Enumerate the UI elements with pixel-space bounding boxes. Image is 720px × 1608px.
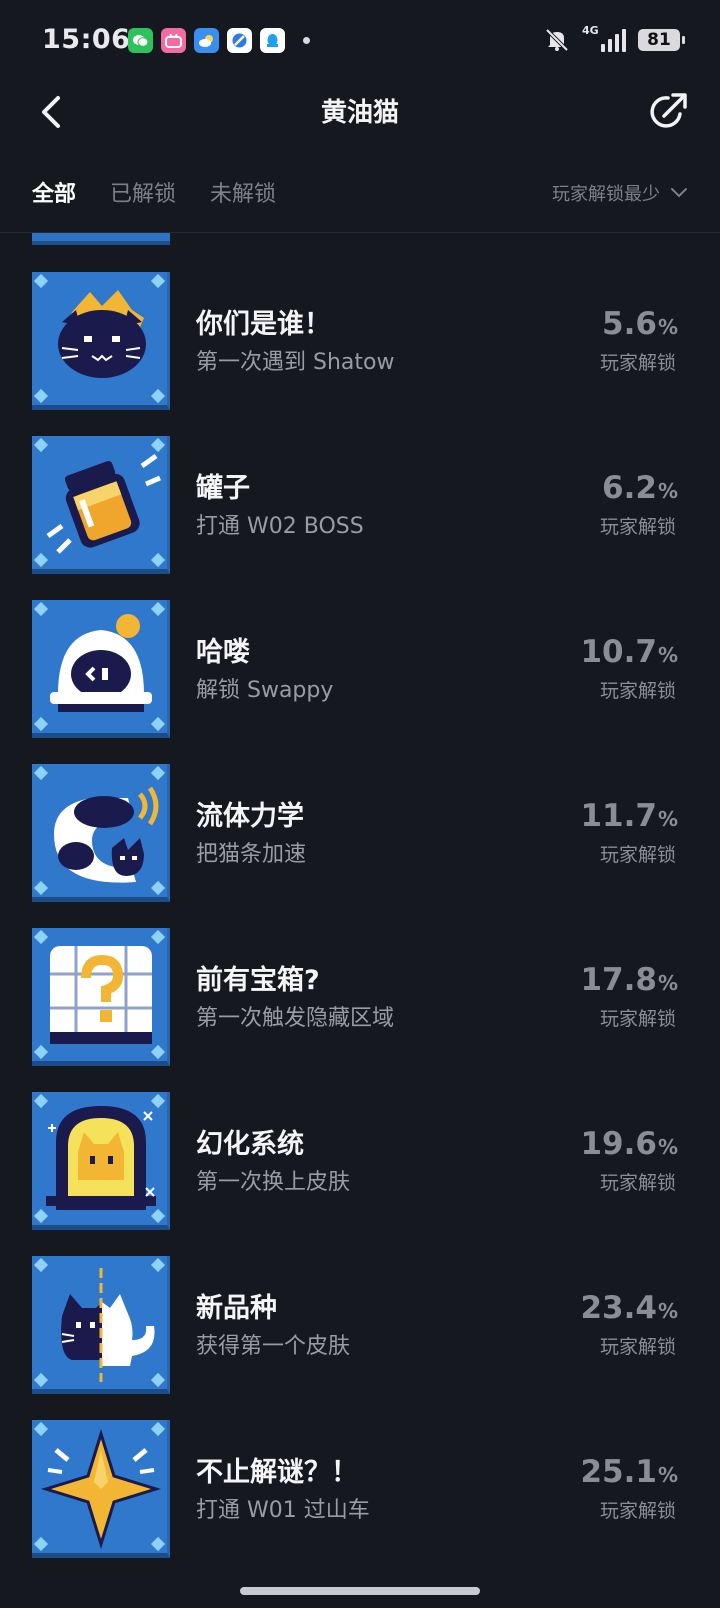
unlock-label: 玩家解锁 bbox=[599, 844, 676, 866]
battery-level: 81 bbox=[647, 30, 671, 50]
unlock-label: 玩家解锁 bbox=[599, 1172, 676, 1194]
achievement-name: 不止解谜？！ bbox=[196, 1457, 358, 1488]
fluid-cat-icon bbox=[32, 764, 170, 902]
unlock-percentage: 10.7% bbox=[580, 634, 678, 670]
unlock-percentage: 6.2% bbox=[602, 470, 678, 506]
shadow-cat-icon bbox=[32, 272, 170, 410]
achievement-row[interactable]: 流体力学 把猫条加速 11.7% 玩家解锁 bbox=[0, 764, 720, 904]
unlock-label: 玩家解锁 bbox=[599, 1336, 676, 1358]
achievement-desc: 第一次换上皮肤 bbox=[196, 1170, 351, 1195]
achievement-desc: 打通 W01 过山车 bbox=[196, 1498, 370, 1523]
achievement-desc: 第一次触发隐藏区域 bbox=[196, 1006, 395, 1031]
achievement-name: 流体力学 bbox=[196, 801, 304, 832]
achievement-row[interactable]: 哈喽 解锁 Swappy 10.7% 玩家解锁 bbox=[0, 600, 720, 740]
unlock-label: 玩家解锁 bbox=[599, 1008, 676, 1030]
achievement-row[interactable]: 前有宝箱? 第一次触发隐藏区域 17.8% 玩家解锁 bbox=[0, 928, 720, 1068]
unlock-percentage: 5.6% bbox=[602, 306, 678, 342]
achievement-row[interactable]: 你们是谁！ 第一次遇到 Shatow 5.6% 玩家解锁 bbox=[0, 272, 720, 412]
achievement-name: 新品种 bbox=[196, 1293, 277, 1324]
battery-icon: 81 bbox=[638, 29, 685, 51]
unlock-label: 玩家解锁 bbox=[599, 1500, 676, 1522]
network-type: 4G bbox=[582, 24, 599, 37]
unlock-label: 玩家解锁 bbox=[599, 680, 676, 702]
achievement-name: 哈喽 bbox=[196, 637, 250, 668]
status-bar: 15:06 4G 81 bbox=[0, 0, 720, 82]
chevron-down-icon bbox=[671, 188, 687, 198]
sort-dropdown[interactable]: 玩家解锁最少 bbox=[552, 180, 688, 206]
weather-icon bbox=[194, 28, 219, 53]
status-time: 15:06 bbox=[42, 24, 131, 55]
page-title: 黄油猫 bbox=[320, 98, 399, 128]
achievement-desc: 解锁 Swappy bbox=[196, 678, 334, 703]
achievement-desc: 第一次遇到 Shatow bbox=[196, 350, 395, 375]
unlock-percentage: 11.7% bbox=[580, 798, 678, 834]
gold-star-icon bbox=[32, 1420, 170, 1558]
tab-unlocked[interactable]: 已解锁 bbox=[110, 176, 176, 208]
partial-achievement-icon bbox=[32, 233, 170, 245]
achievement-name: 罐子 bbox=[196, 473, 250, 504]
achievement-name: 你们是谁！ bbox=[196, 309, 331, 340]
unlock-percentage: 23.4% bbox=[580, 1290, 678, 1326]
home-indicator[interactable] bbox=[240, 1587, 480, 1595]
achievement-desc: 打通 W02 BOSS bbox=[196, 514, 364, 539]
sort-label: 玩家解锁最少 bbox=[552, 184, 660, 205]
qq-icon bbox=[260, 28, 285, 53]
swappy-robot-icon bbox=[32, 600, 170, 738]
wechat-icon bbox=[128, 28, 153, 53]
filter-tabs: 全部 已解锁 未解锁 玩家解锁最少 bbox=[32, 176, 688, 216]
bilibili-icon bbox=[161, 28, 186, 53]
tab-all[interactable]: 全部 bbox=[32, 176, 76, 208]
achievement-name: 前有宝箱? bbox=[196, 965, 320, 996]
achievement-row[interactable]: 不止解谜？！ 打通 W01 过山车 25.1% 玩家解锁 bbox=[0, 1420, 720, 1560]
jar-icon bbox=[32, 436, 170, 574]
share-button[interactable] bbox=[646, 90, 690, 134]
mystery-chest-icon bbox=[32, 928, 170, 1066]
unlock-label: 玩家解锁 bbox=[599, 516, 676, 538]
unlock-label: 玩家解锁 bbox=[599, 352, 676, 374]
more-notifications-dot bbox=[303, 37, 310, 44]
unlock-percentage: 17.8% bbox=[580, 962, 678, 998]
achievement-name: 幻化系统 bbox=[196, 1129, 304, 1160]
cellular-signal-icon: 4G bbox=[582, 24, 626, 54]
achievement-desc: 把猫条加速 bbox=[196, 842, 307, 867]
half-cat-icon bbox=[32, 1256, 170, 1394]
notification-icons bbox=[128, 28, 310, 53]
system-indicators: 4G 81 bbox=[544, 24, 685, 54]
unlock-percentage: 19.6% bbox=[580, 1126, 678, 1162]
skin-mirror-icon bbox=[32, 1092, 170, 1230]
muted-bell-icon bbox=[544, 27, 570, 53]
browser-icon bbox=[227, 28, 252, 53]
achievement-row[interactable]: 新品种 获得第一个皮肤 23.4% 玩家解锁 bbox=[0, 1256, 720, 1396]
achievement-row[interactable]: 幻化系统 第一次换上皮肤 19.6% 玩家解锁 bbox=[0, 1092, 720, 1232]
unlock-percentage: 25.1% bbox=[580, 1454, 678, 1490]
share-icon bbox=[650, 93, 687, 128]
achievement-desc: 获得第一个皮肤 bbox=[196, 1334, 351, 1359]
achievement-row[interactable]: 罐子 打通 W02 BOSS 6.2% 玩家解锁 bbox=[0, 436, 720, 576]
tab-locked[interactable]: 未解锁 bbox=[210, 176, 276, 208]
